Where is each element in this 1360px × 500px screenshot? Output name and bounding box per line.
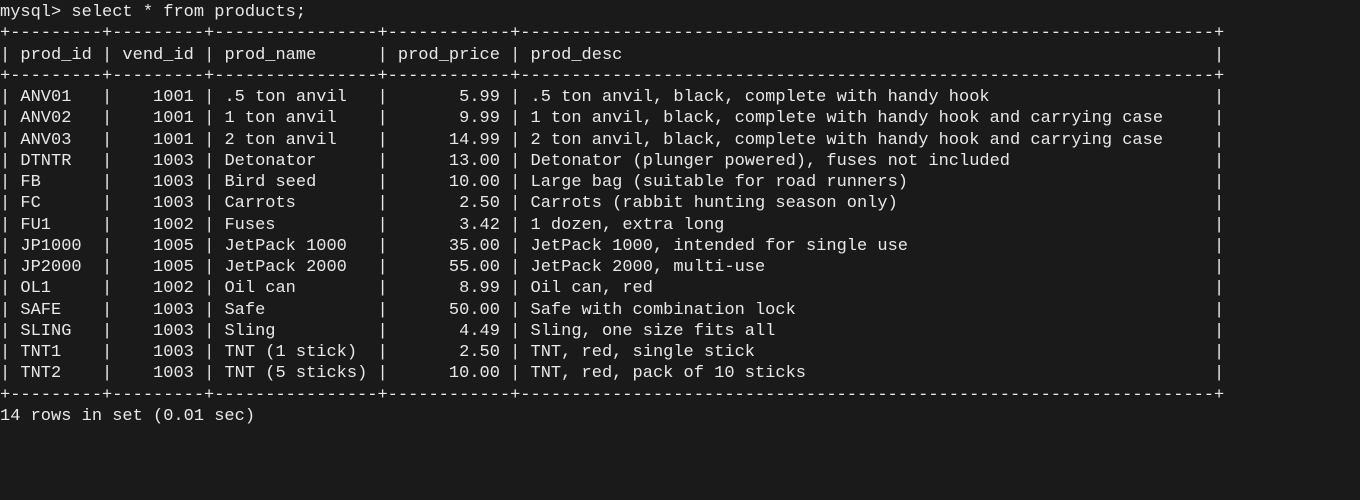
cell-prod_desc: 1 dozen, extra long [520,216,1214,235]
cell-vend_id: 1001 [112,88,204,107]
cell-prod_price: 35.00 [388,237,510,256]
cell-vend_id: 1005 [112,237,204,256]
cell-prod_name: Safe [214,301,377,320]
sql-query[interactable]: select * from products; [71,3,306,22]
cell-prod_name: Sling [214,322,377,341]
cell-prod_name: Bird seed [214,173,377,192]
cell-prod_name: 2 ton anvil [214,131,377,150]
table-row: | ANV02 | 1001 | 1 ton anvil | 9.99 | 1 … [0,108,1360,129]
table-border: +---------+---------+----------------+--… [0,66,1360,87]
cell-prod_price: 50.00 [388,301,510,320]
cell-prod_desc: Sling, one size fits all [520,322,1214,341]
cell-vend_id: 1001 [112,109,204,128]
cell-prod_name: .5 ton anvil [214,88,377,107]
cell-prod_id: ANV02 [10,109,102,128]
cell-prod_desc: Detonator (plunger powered), fuses not i… [520,152,1214,171]
cell-vend_id: 1005 [112,258,204,277]
table-row: | JP1000 | 1005 | JetPack 1000 | 35.00 |… [0,236,1360,257]
cell-prod_desc: Carrots (rabbit hunting season only) [520,194,1214,213]
cell-prod_id: DTNTR [10,152,102,171]
cell-prod_name: Fuses [214,216,377,235]
cell-vend_id: 1003 [112,194,204,213]
cell-prod_price: 14.99 [388,131,510,150]
column-header-prod_name: prod_name [214,46,377,65]
prompt-line: mysql> select * from products; [0,2,1360,23]
cell-prod_price: 10.00 [388,364,510,383]
cell-prod_name: TNT (1 stick) [214,343,377,362]
cell-prod_desc: TNT, red, single stick [520,343,1214,362]
column-header-vend_id: vend_id [112,46,204,65]
cell-prod_id: FB [10,173,102,192]
cell-vend_id: 1002 [112,216,204,235]
table-row: | SAFE | 1003 | Safe | 50.00 | Safe with… [0,300,1360,321]
cell-vend_id: 1003 [112,152,204,171]
table-row: | FU1 | 1002 | Fuses | 3.42 | 1 dozen, e… [0,215,1360,236]
table-header-row: | prod_id | vend_id | prod_name | prod_p… [0,45,1360,66]
cell-prod_id: SLING [10,322,102,341]
column-header-prod_desc: prod_desc [520,46,1214,65]
cell-vend_id: 1003 [112,173,204,192]
table-row: | TNT2 | 1003 | TNT (5 sticks) | 10.00 |… [0,363,1360,384]
result-summary: 14 rows in set (0.01 sec) [0,406,1360,427]
table-row: | ANV01 | 1001 | .5 ton anvil | 5.99 | .… [0,87,1360,108]
cell-prod_id: FU1 [10,216,102,235]
cell-prod_desc: 2 ton anvil, black, complete with handy … [520,131,1214,150]
cell-vend_id: 1003 [112,301,204,320]
cell-vend_id: 1003 [112,343,204,362]
cell-vend_id: 1003 [112,364,204,383]
cell-prod_id: SAFE [10,301,102,320]
cell-prod_name: TNT (5 sticks) [214,364,377,383]
cell-prod_price: 4.49 [388,322,510,341]
cell-vend_id: 1001 [112,131,204,150]
cell-prod_price: 5.99 [388,88,510,107]
table-border: +---------+---------+----------------+--… [0,23,1360,44]
table-border: +---------+---------+----------------+--… [0,385,1360,406]
cell-prod_id: OL1 [10,279,102,298]
cell-prod_price: 8.99 [388,279,510,298]
table-row: | ANV03 | 1001 | 2 ton anvil | 14.99 | 2… [0,130,1360,151]
cell-prod_desc: Oil can, red [520,279,1214,298]
table-row: | FB | 1003 | Bird seed | 10.00 | Large … [0,172,1360,193]
cell-prod_desc: Large bag (suitable for road runners) [520,173,1214,192]
table-row: | SLING | 1003 | Sling | 4.49 | Sling, o… [0,321,1360,342]
table-row: | FC | 1003 | Carrots | 2.50 | Carrots (… [0,193,1360,214]
column-header-prod_price: prod_price [388,46,510,65]
cell-prod_name: 1 ton anvil [214,109,377,128]
cell-prod_price: 13.00 [388,152,510,171]
cell-prod_id: FC [10,194,102,213]
table-row: | OL1 | 1002 | Oil can | 8.99 | Oil can,… [0,278,1360,299]
cell-vend_id: 1002 [112,279,204,298]
cell-prod_name: Detonator [214,152,377,171]
cell-prod_name: JetPack 2000 [214,258,377,277]
cell-prod_desc: TNT, red, pack of 10 sticks [520,364,1214,383]
table-row: | JP2000 | 1005 | JetPack 2000 | 55.00 |… [0,257,1360,278]
table-row: | DTNTR | 1003 | Detonator | 13.00 | Det… [0,151,1360,172]
cell-prod_price: 3.42 [388,216,510,235]
cell-prod_price: 9.99 [388,109,510,128]
cell-prod_desc: JetPack 1000, intended for single use [520,237,1214,256]
cell-prod_id: TNT2 [10,364,102,383]
cell-prod_price: 10.00 [388,173,510,192]
cell-prod_id: ANV01 [10,88,102,107]
cell-prod_id: ANV03 [10,131,102,150]
cell-prod_price: 2.50 [388,194,510,213]
cell-vend_id: 1003 [112,322,204,341]
mysql-terminal-output: mysql> select * from products;+---------… [0,0,1360,427]
cell-prod_price: 55.00 [388,258,510,277]
cell-prod_desc: .5 ton anvil, black, complete with handy… [520,88,1214,107]
cell-prod_id: JP2000 [10,258,102,277]
cell-prod_desc: 1 ton anvil, black, complete with handy … [520,109,1214,128]
cell-prod_desc: JetPack 2000, multi-use [520,258,1214,277]
column-header-prod_id: prod_id [10,46,102,65]
cell-prod_name: Oil can [214,279,377,298]
cell-prod_desc: Safe with combination lock [520,301,1214,320]
cell-prod_id: TNT1 [10,343,102,362]
cell-prod_id: JP1000 [10,237,102,256]
table-row: | TNT1 | 1003 | TNT (1 stick) | 2.50 | T… [0,342,1360,363]
cell-prod_name: JetPack 1000 [214,237,377,256]
cell-prod_price: 2.50 [388,343,510,362]
mysql-prompt: mysql> [0,3,71,22]
cell-prod_name: Carrots [214,194,377,213]
